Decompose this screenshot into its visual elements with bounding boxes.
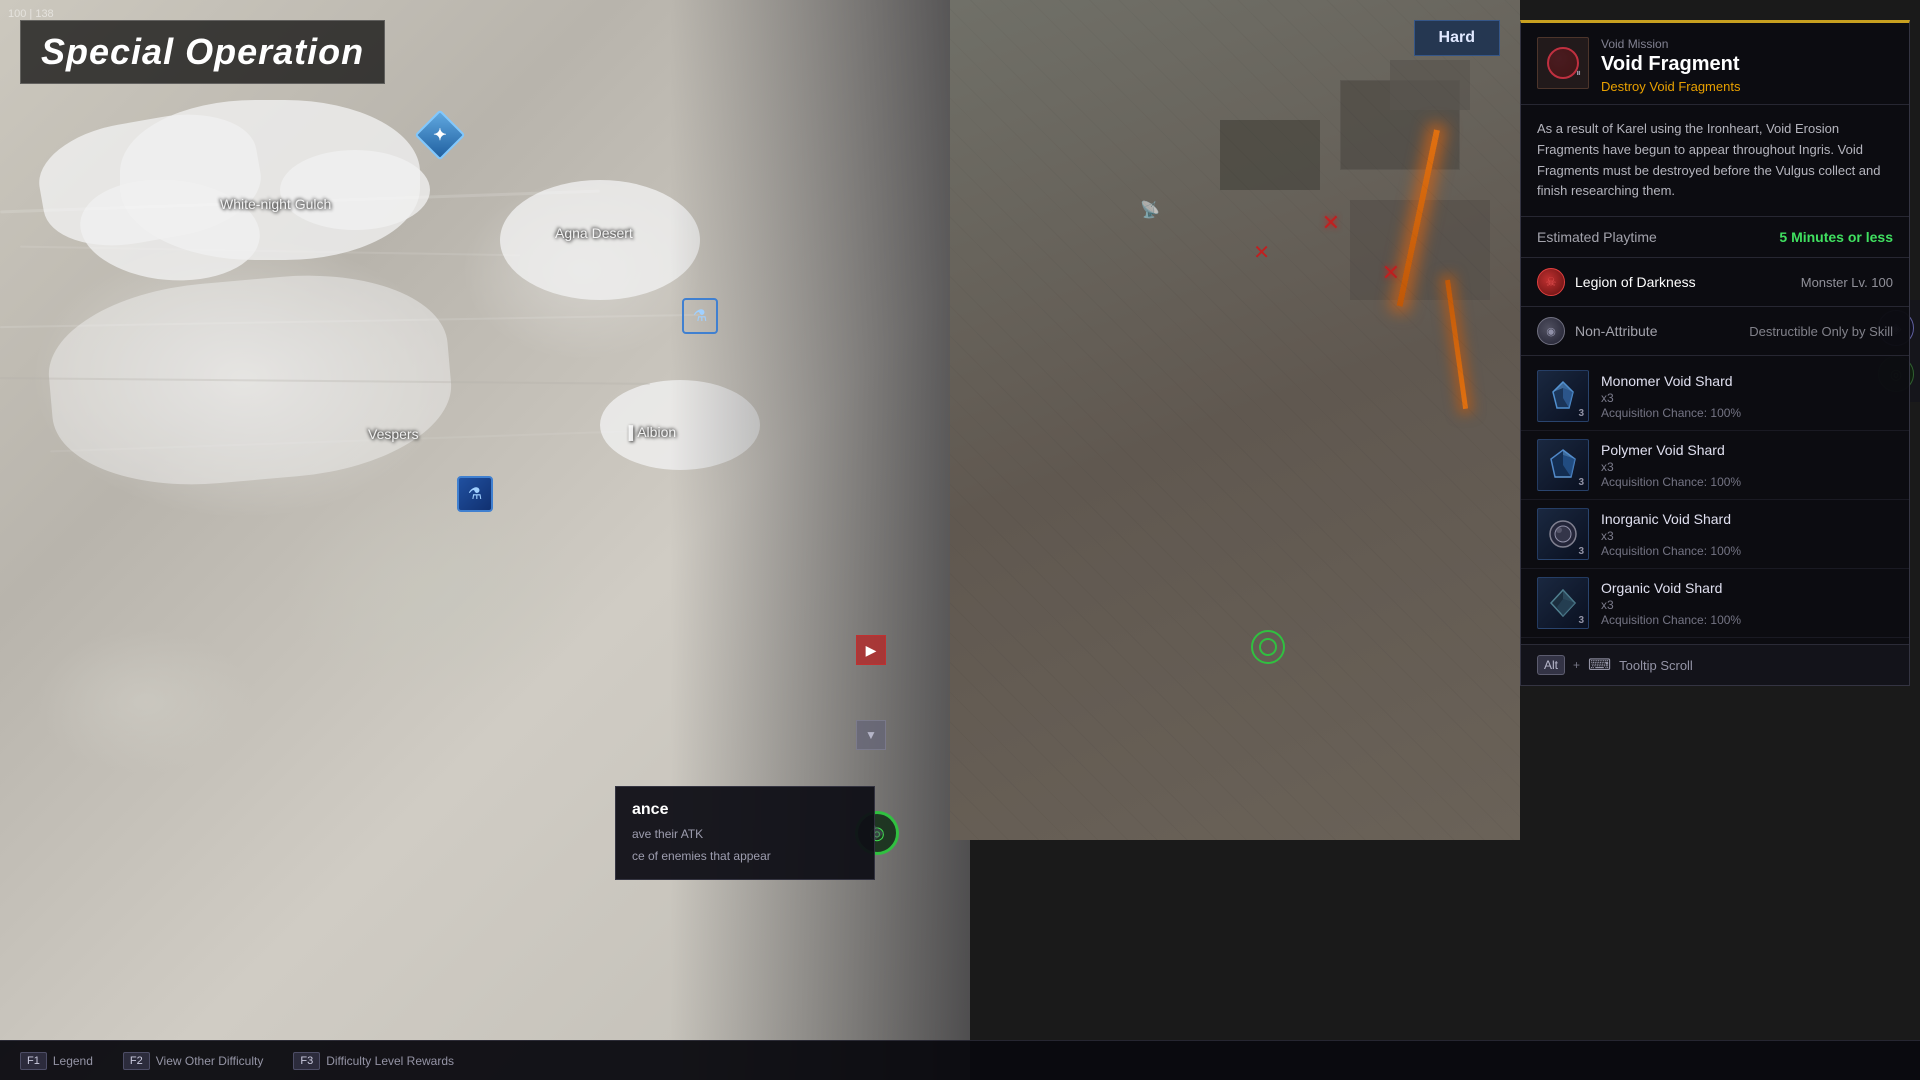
playtime-value: 5 Minutes or less: [1779, 229, 1893, 245]
difficulty-rewards-label: Difficulty Level Rewards: [326, 1054, 454, 1068]
enemy-row: ☠ Legion of Darkness Monster Lv. 100: [1521, 258, 1909, 307]
reward-qty-organic: x3: [1601, 598, 1893, 612]
legend-label: Legend: [53, 1054, 93, 1068]
map-icon-flask-vespers[interactable]: ⚗: [455, 474, 495, 514]
reward-info-monomer: Monomer Void Shard x3 Acquisition Chance…: [1601, 373, 1893, 420]
location-agna-desert: Agna Desert: [555, 225, 633, 241]
alt-key-badge: Alt: [1537, 655, 1565, 675]
reward-item-inorganic: 3 Inorganic Void Shard x3 Acquisition Ch…: [1521, 500, 1909, 569]
difficulty-rewards-action[interactable]: F3 Difficulty Level Rewards: [293, 1052, 454, 1070]
legend-key: F1: [20, 1052, 47, 1070]
mission-name: Void Fragment: [1601, 53, 1893, 76]
plus-sign: +: [1573, 658, 1580, 672]
right-arrow-icon: ▶: [866, 642, 877, 659]
page-title: Special Operation: [41, 31, 364, 72]
polymer-crystal-svg: [1545, 447, 1581, 483]
attribute-note: Destructible Only by Skill: [1749, 324, 1893, 339]
reward-name-polymer: Polymer Void Shard: [1601, 442, 1893, 458]
organic-crystal-svg: [1545, 585, 1581, 621]
page-title-box: Special Operation: [20, 20, 385, 84]
attribute-name: Non-Attribute: [1575, 323, 1739, 339]
map-icon-flask-agna[interactable]: ⚗: [680, 296, 720, 336]
tooltip-card: ance ave their ATK ce of enemies that ap…: [615, 786, 875, 880]
rewards-section: 3 Monomer Void Shard x3 Acquisition Chan…: [1521, 356, 1909, 644]
scroll-icon: ⌨: [1588, 655, 1611, 675]
location-white-night-gulch: White-night Gulch: [220, 196, 331, 212]
reward-qty-inorganic: x3: [1601, 529, 1893, 543]
reward-info-polymer: Polymer Void Shard x3 Acquisition Chance…: [1601, 442, 1893, 489]
difficulty-label: Hard: [1439, 29, 1475, 46]
reward-img-organic: 3: [1537, 577, 1589, 629]
view-difficulty-key: F2: [123, 1052, 150, 1070]
legend-action[interactable]: F1 Legend: [20, 1052, 93, 1070]
gray-arrow-button[interactable]: ▼: [856, 720, 886, 750]
reward-item-polymer: 3 Polymer Void Shard x3 Acquisition Chan…: [1521, 431, 1909, 500]
difficulty-rewards-key: F3: [293, 1052, 320, 1070]
mission-type: Void Mission: [1601, 37, 1893, 51]
albion-label: Albion: [637, 424, 676, 440]
reward-qty-polymer: x3: [1601, 460, 1893, 474]
reward-img-monomer: 3: [1537, 370, 1589, 422]
attributes-row: ◉ Non-Attribute Destructible Only by Ski…: [1521, 307, 1909, 356]
reward-item-organic: 3 Organic Void Shard x3 Acquisition Chan…: [1521, 569, 1909, 638]
target-icon-left[interactable]: [1251, 630, 1285, 664]
reward-name-inorganic: Inorganic Void Shard: [1601, 511, 1893, 527]
main-info-panel: Void Mission Void Fragment Destroy Void …: [1520, 20, 1910, 686]
reward-info-inorganic: Inorganic Void Shard x3 Acquisition Chan…: [1601, 511, 1893, 558]
tooltip-card-arrow: [874, 825, 884, 841]
mission-subtitle: Destroy Void Fragments: [1601, 79, 1893, 94]
reward-item-monomer: 3 Monomer Void Shard x3 Acquisition Chan…: [1521, 362, 1909, 431]
map-icon-diamond-top[interactable]: ✦: [420, 115, 460, 155]
inorganic-qty-badge: 3: [1578, 546, 1584, 557]
reward-chance-organic: Acquisition Chance: 100%: [1601, 613, 1893, 627]
panel-header: Void Mission Void Fragment Destroy Void …: [1521, 23, 1909, 105]
organic-qty-badge: 3: [1578, 615, 1584, 626]
reward-name-organic: Organic Void Shard: [1601, 580, 1893, 596]
tooltip-card-line2: ce of enemies that appear: [632, 847, 858, 865]
reward-qty-monomer: x3: [1601, 391, 1893, 405]
red-arrow-button[interactable]: ▶: [856, 635, 886, 665]
mission-description: As a result of Karel using the Ironheart…: [1521, 105, 1909, 217]
inorganic-crystal-svg: [1545, 516, 1581, 552]
reward-img-inorganic: 3: [1537, 508, 1589, 560]
satellite-map: ✕ ✕ ✕ 📡: [950, 0, 1520, 840]
down-arrow-icon: ▼: [865, 728, 877, 742]
reward-chance-polymer: Acquisition Chance: 100%: [1601, 475, 1893, 489]
coord-display: 100 | 138: [8, 8, 54, 20]
bottom-action-bar: F1 Legend F2 View Other Difficulty F3 Di…: [0, 1040, 1920, 1080]
polymer-qty-badge: 3: [1578, 477, 1584, 488]
enemy-name: Legion of Darkness: [1575, 274, 1791, 290]
monomer-crystal-svg: [1545, 378, 1581, 414]
view-difficulty-label: View Other Difficulty: [156, 1054, 264, 1068]
enemy-level: Monster Lv. 100: [1801, 275, 1893, 290]
mission-icon: [1537, 37, 1589, 89]
tooltip-hint-row: Alt + ⌨ Tooltip Scroll: [1521, 644, 1909, 685]
tooltip-hint-label: Tooltip Scroll: [1619, 658, 1693, 673]
view-difficulty-action[interactable]: F2 View Other Difficulty: [123, 1052, 263, 1070]
location-albion: ▐ Albion: [624, 424, 676, 440]
location-vespers: Vespers: [368, 426, 419, 442]
reward-chance-monomer: Acquisition Chance: 100%: [1601, 406, 1893, 420]
reward-chance-inorganic: Acquisition Chance: 100%: [1601, 544, 1893, 558]
panel-header-text: Void Mission Void Fragment Destroy Void …: [1601, 37, 1893, 94]
playtime-row: Estimated Playtime 5 Minutes or less: [1521, 217, 1909, 258]
map-container[interactable]: Special Operation 100 | 138 White-night …: [0, 0, 970, 1080]
tooltip-card-line1: ave their ATK: [632, 825, 858, 843]
reward-img-polymer: 3: [1537, 439, 1589, 491]
monomer-qty-badge: 3: [1578, 408, 1584, 419]
void-orb-icon: [1547, 47, 1579, 79]
enemy-icon: ☠: [1537, 268, 1565, 296]
tooltip-card-title: ance: [632, 801, 858, 819]
playtime-label: Estimated Playtime: [1537, 229, 1657, 245]
difficulty-button[interactable]: Hard: [1414, 20, 1500, 56]
attribute-icon: ◉: [1537, 317, 1565, 345]
reward-info-organic: Organic Void Shard x3 Acquisition Chance…: [1601, 580, 1893, 627]
reward-name-monomer: Monomer Void Shard: [1601, 373, 1893, 389]
bar-chart-icon: ▐: [624, 425, 633, 440]
